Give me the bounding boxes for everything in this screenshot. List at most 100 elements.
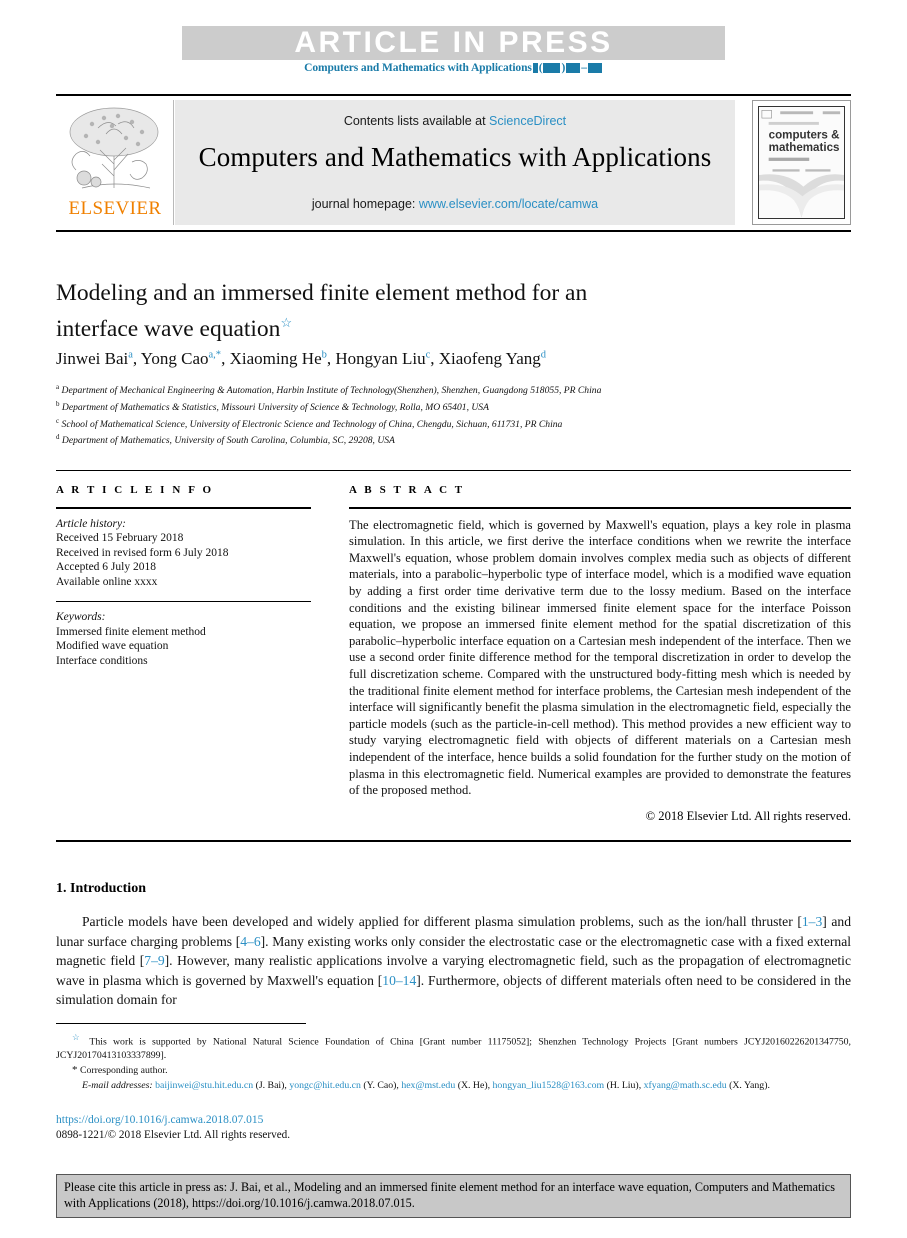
masthead-center-panel: Contents lists available at ScienceDirec… xyxy=(175,100,735,225)
author-name[interactable]: Xiaoming He xyxy=(230,349,322,368)
svg-text:computers &: computers & xyxy=(769,129,840,141)
citation-ref[interactable]: 10–14 xyxy=(382,973,416,988)
keywords-rule xyxy=(56,601,311,603)
email-address[interactable]: hex@mst.edu xyxy=(401,1080,455,1091)
introduction-heading: 1. Introduction xyxy=(56,881,146,896)
citation-ref[interactable]: 1–3 xyxy=(802,914,822,929)
introduction-paragraph: Particle models have been developed and … xyxy=(56,912,851,1010)
footnote-separator-rule xyxy=(56,1023,306,1024)
author-name[interactable]: Jinwei Bai xyxy=(56,349,128,368)
masthead-top-rule xyxy=(56,94,851,96)
article-info-rule xyxy=(56,507,311,509)
footnote-block: ☆ This work is supported by National Nat… xyxy=(56,1031,851,1094)
email-address[interactable]: xfyang@math.sc.edu xyxy=(644,1080,727,1091)
email-owner: (H. Liu) xyxy=(606,1080,639,1092)
corresponding-author-footnote: * Corresponding author. xyxy=(56,1064,851,1077)
introduction-body: Particle models have been developed and … xyxy=(56,912,851,1010)
funding-footnote-mark: ☆ xyxy=(72,1032,84,1042)
email-owner: (Y. Cao) xyxy=(363,1080,397,1092)
redacted-volume-block xyxy=(532,63,538,74)
publisher-logo-block: ELSEVIER xyxy=(56,100,174,225)
history-item: Accepted 6 July 2018 xyxy=(56,561,156,574)
keyword-item: Immersed finite element method xyxy=(56,625,206,638)
author-name[interactable]: Yong Cao xyxy=(141,349,209,368)
contents-prefix: Contents lists available at xyxy=(343,114,490,128)
funding-footnote: ☆ This work is supported by National Nat… xyxy=(56,1031,851,1062)
abstract-copyright: © 2018 Elsevier Ltd. All rights reserved… xyxy=(645,808,851,823)
issn-copyright-line: 0898-1221/© 2018 Elsevier Ltd. All right… xyxy=(56,1129,291,1141)
elsevier-tree-icon xyxy=(69,107,159,189)
article-in-press-banner: ARTICLE IN PRESS xyxy=(182,26,725,60)
publisher-name: ELSEVIER xyxy=(68,198,162,219)
author-name[interactable]: Xiaofeng Yang xyxy=(439,349,541,368)
info-section-top-rule xyxy=(56,470,851,471)
contents-available-line: Contents lists available at ScienceDirec… xyxy=(175,114,735,128)
homepage-prefix: journal homepage: xyxy=(311,197,419,211)
sciencedirect-link[interactable]: ScienceDirect xyxy=(489,114,566,128)
author-affil-mark[interactable]: b xyxy=(322,349,327,360)
journal-title: Computers and Mathematics with Applicati… xyxy=(198,142,712,172)
corresponding-author-mark: * xyxy=(72,1063,78,1076)
affiliation-mark: a xyxy=(56,383,60,391)
affiliation-item: a Department of Mechanical Engineering &… xyxy=(56,381,846,398)
banner-journal-name: Computers and Mathematics with Applicati… xyxy=(304,62,532,74)
affiliation-item: b Department of Mathematics & Statistics… xyxy=(56,398,846,415)
journal-masthead: ELSEVIER Contents lists available at Sci… xyxy=(56,100,851,225)
abstract-column: A B S T R A C T The electromagnetic fiel… xyxy=(349,484,851,824)
email-owner: (J. Bai) xyxy=(255,1080,285,1092)
affiliation-text: Department of Mathematics, University of… xyxy=(61,435,395,447)
email-owner: (X. He) xyxy=(457,1080,488,1092)
doi-link[interactable]: https://doi.org/10.1016/j.camwa.2018.07.… xyxy=(56,1114,263,1126)
keywords-block: Keywords: Immersed finite element method… xyxy=(56,610,311,668)
affiliation-mark: b xyxy=(56,399,60,408)
author-list: Jinwei Baia, Yong Caoa,*, Xiaoming Heb, … xyxy=(56,349,546,368)
email-address[interactable]: yongc@hit.edu.cn xyxy=(289,1080,361,1091)
keywords-label: Keywords: xyxy=(56,611,106,624)
intro-text-a: Particle models have been developed and … xyxy=(82,914,802,929)
article-history-block: Article history: Received 15 February 20… xyxy=(56,517,311,590)
history-item: Received in revised form 6 July 2018 xyxy=(56,546,229,559)
history-item: Received 15 February 2018 xyxy=(56,532,184,545)
page-title: Modeling and an immersed finite element … xyxy=(56,279,736,344)
author-affil-mark[interactable]: d xyxy=(541,349,546,360)
affiliation-text: Department of Mathematics & Statistics, … xyxy=(61,401,489,413)
affiliation-text: Department of Mechanical Engineering & A… xyxy=(61,385,602,397)
citation-ref[interactable]: 7–9 xyxy=(144,953,164,968)
abstract-text: The electromagnetic field, which is gove… xyxy=(349,517,851,798)
keyword-item: Modified wave equation xyxy=(56,640,169,653)
cite-this-article-box: Please cite this article in press as: J.… xyxy=(56,1174,851,1218)
redacted-page-end-block xyxy=(587,63,602,74)
abstract-heading: A B S T R A C T xyxy=(349,484,465,496)
email-owner: (X. Yang) xyxy=(729,1080,768,1092)
author-name[interactable]: Hongyan Liu xyxy=(335,349,425,368)
masthead-bottom-rule xyxy=(56,230,851,232)
title-line-1: Modeling and an immersed finite element … xyxy=(56,280,588,306)
article-in-press-label: ARTICLE IN PRESS xyxy=(294,26,613,59)
affiliation-text: School of Mathematical Science, Universi… xyxy=(61,418,563,430)
email-address[interactable]: hongyan_liu1528@163.com xyxy=(493,1080,605,1091)
affiliation-mark: d xyxy=(56,433,60,442)
email-address[interactable]: baijinwei@stu.hit.edu.cn xyxy=(155,1080,253,1091)
abstract-section-bottom-rule xyxy=(56,840,851,842)
journal-cover-image: computers & mathematics xyxy=(758,106,845,219)
keyword-item: Interface conditions xyxy=(56,654,148,667)
citation-ref[interactable]: 4–6 xyxy=(240,934,260,949)
author-affil-mark[interactable]: a xyxy=(128,349,133,360)
author-affil-mark[interactable]: a,* xyxy=(209,349,222,360)
funding-footnote-text: This work is supported by National Natur… xyxy=(56,1036,851,1061)
abstract-rule xyxy=(349,507,851,509)
journal-homepage-line: journal homepage: www.elsevier.com/locat… xyxy=(175,197,735,211)
affiliation-item: c School of Mathematical Science, Univer… xyxy=(56,415,846,432)
author-affil-mark[interactable]: c xyxy=(426,349,431,360)
title-line-2: interface wave equation xyxy=(56,315,281,342)
history-item: Available online xxxx xyxy=(56,575,158,588)
article-history-label: Article history: xyxy=(56,517,126,530)
title-footnote-mark[interactable]: ☆ xyxy=(280,315,292,330)
banner-journal-reference: Computers and Mathematics with Applicati… xyxy=(182,62,725,74)
cover-artwork-icon: computers & mathematics xyxy=(759,107,844,218)
redacted-issue-block xyxy=(543,63,561,74)
affiliation-mark: c xyxy=(56,416,60,425)
journal-homepage-link[interactable]: www.elsevier.com/locate/camwa xyxy=(419,197,598,211)
article-info-column: A R T I C L E I N F O Article history: R… xyxy=(56,484,311,668)
email-addresses-label: E-mail addresses: xyxy=(82,1080,153,1092)
